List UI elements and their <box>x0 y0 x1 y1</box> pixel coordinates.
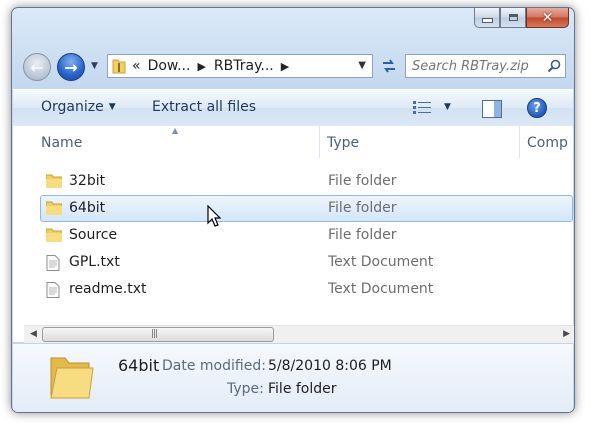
text-file-icon <box>46 255 60 271</box>
minimize-button[interactable] <box>474 8 500 28</box>
column-divider[interactable] <box>319 126 320 158</box>
list-item[interactable]: Source File folder <box>13 222 573 249</box>
column-name[interactable]: Name <box>41 135 82 151</box>
file-type: Text Document <box>328 281 434 297</box>
back-button[interactable]: ← <box>23 53 51 81</box>
address-chevron-icon[interactable]: ▶ <box>281 60 289 73</box>
address-segment-rbtray[interactable]: RBTray... <box>214 58 274 74</box>
date-modified-value: 5/8/2010 8:06 PM <box>268 358 392 374</box>
scroll-right-icon[interactable]: ▶ <box>563 329 570 339</box>
explorer-window: ✕ ← → ▼ « Dow... ▶ RBTray... ▶ ▼ Search … <box>11 7 575 413</box>
folder-icon <box>46 174 62 188</box>
back-arrow-icon: ← <box>30 57 44 77</box>
extract-all-button[interactable]: Extract all files <box>152 99 256 115</box>
address-dropdown-icon[interactable]: ▼ <box>358 60 366 71</box>
file-type: File folder <box>328 227 397 243</box>
caption-buttons: ✕ <box>474 8 569 30</box>
file-type: Text Document <box>328 254 434 270</box>
forward-button[interactable]: → <box>57 53 85 81</box>
address-overflow[interactable]: « <box>132 58 141 74</box>
close-button[interactable]: ✕ <box>526 8 569 28</box>
search-input[interactable] <box>405 54 566 78</box>
refresh-icon <box>383 59 395 73</box>
file-type: File folder <box>328 173 397 189</box>
column-headers: ▲ Name Type Comp <box>13 126 573 158</box>
refresh-button[interactable] <box>377 54 401 78</box>
folder-zip-icon <box>112 59 126 74</box>
forward-arrow-icon: → <box>64 57 78 77</box>
chevron-down-icon: ▼ <box>108 102 116 112</box>
maximize-icon <box>508 14 518 21</box>
text-file-icon <box>46 282 60 298</box>
close-icon: ✕ <box>541 9 554 26</box>
file-rows: 32bit File folder 64bit File folder Sour… <box>13 168 573 303</box>
folder-icon <box>46 201 62 215</box>
preview-pane-icon[interactable] <box>482 100 502 118</box>
address-bar[interactable]: « Dow... ▶ RBTray... ▶ ▼ <box>107 54 373 78</box>
details-item-name: 64bit <box>118 356 160 375</box>
recent-pages-dropdown[interactable]: ▼ <box>91 61 98 71</box>
organize-label: Organize <box>41 99 104 115</box>
views-dropdown-icon[interactable]: ▼ <box>444 102 451 112</box>
list-item[interactable]: GPL.txt Text Document <box>13 249 573 276</box>
navigation-bar: ← → ▼ « Dow... ▶ RBTray... ▶ ▼ <box>21 52 566 82</box>
help-icon: ? <box>533 100 541 116</box>
maximize-button[interactable] <box>500 8 526 28</box>
folder-icon <box>46 228 62 242</box>
scrollbar-thumb[interactable]: ||| <box>42 327 274 342</box>
address-segment-downloads[interactable]: Dow... <box>148 58 191 74</box>
file-list: ▲ Name Type Comp 32bit File folder 64bit… <box>13 126 573 342</box>
file-name: 64bit <box>69 200 106 216</box>
sort-ascending-icon: ▲ <box>172 126 179 135</box>
mouse-cursor-icon <box>207 205 221 227</box>
column-type[interactable]: Type <box>327 135 359 151</box>
list-item[interactable]: readme.txt Text Document <box>13 276 573 303</box>
command-bar: Organize ▼ Extract all files ▼ ? <box>13 89 573 127</box>
details-pane: 64bit Date modified: 5/8/2010 8:06 PM Ty… <box>13 343 573 412</box>
column-compressed[interactable]: Comp <box>527 135 568 151</box>
horizontal-scrollbar[interactable]: ◀ ||| ▶ <box>24 325 574 343</box>
scroll-left-icon[interactable]: ◀ <box>30 329 37 339</box>
type-label: Type: <box>227 381 264 397</box>
file-name: Source <box>69 227 118 243</box>
search-icon[interactable] <box>547 59 561 73</box>
file-name: GPL.txt <box>69 254 120 270</box>
list-item-selected[interactable]: 64bit File folder <box>40 195 573 222</box>
minimize-icon <box>481 18 493 23</box>
date-modified-label: Date modified: <box>162 358 266 374</box>
large-folder-icon <box>50 357 94 399</box>
address-chevron-icon[interactable]: ▶ <box>197 60 205 73</box>
column-divider[interactable] <box>519 126 520 158</box>
type-value: File folder <box>268 381 337 397</box>
file-name: 32bit <box>69 173 106 189</box>
list-item[interactable]: 32bit File folder <box>13 168 573 195</box>
views-icon[interactable] <box>413 101 431 115</box>
help-button[interactable]: ? <box>527 98 547 118</box>
file-type: File folder <box>328 200 397 216</box>
grip-icon: ||| <box>151 329 158 339</box>
file-name: readme.txt <box>69 281 147 297</box>
organize-button[interactable]: Organize ▼ <box>41 99 116 115</box>
